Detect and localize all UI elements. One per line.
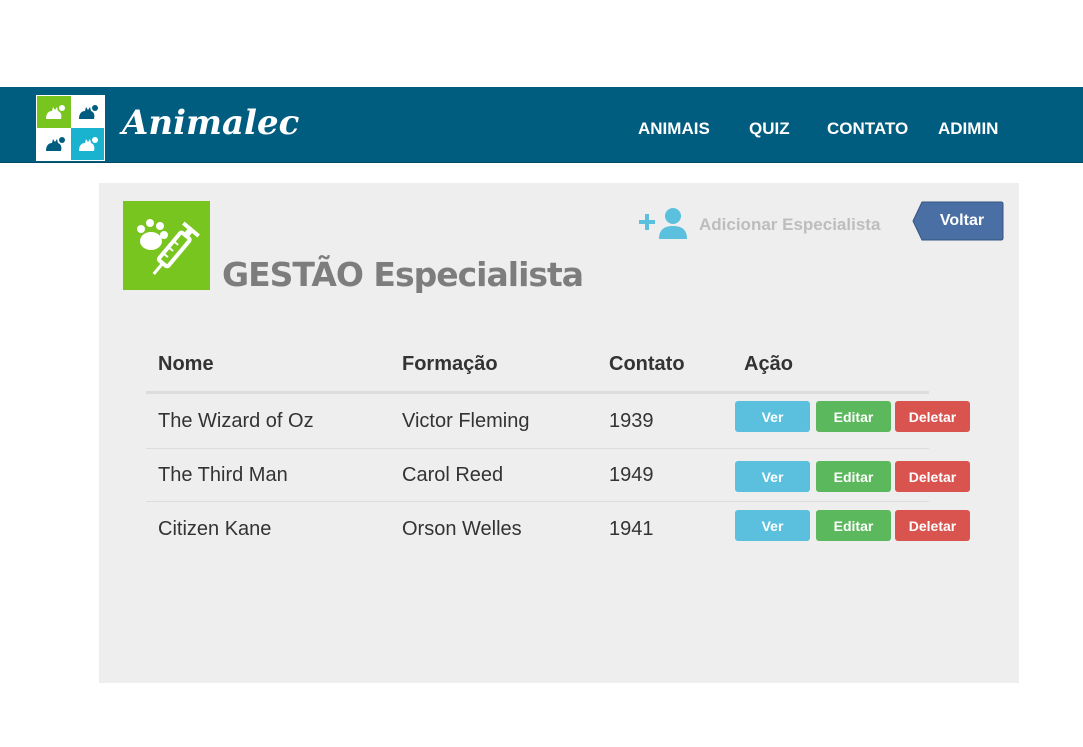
main-panel: GESTÃO Especialista Adicionar Especialis…: [99, 183, 1019, 683]
back-button[interactable]: Voltar: [912, 201, 1004, 241]
logo[interactable]: [36, 95, 105, 161]
nav-link-contato[interactable]: CONTATO: [827, 119, 908, 139]
add-specialist-link[interactable]: Adicionar Especialista: [639, 201, 880, 241]
cat-icon: [70, 96, 104, 128]
nav-link-animais[interactable]: ANIMAIS: [638, 119, 710, 139]
edit-button[interactable]: Editar: [816, 461, 891, 492]
cell-formacao: Carol Reed: [402, 464, 504, 486]
view-button[interactable]: Ver: [735, 401, 810, 432]
add-specialist-label: Adicionar Especialista: [699, 215, 881, 234]
cell-nome: The Wizard of Oz: [158, 410, 314, 432]
view-button[interactable]: Ver: [735, 461, 810, 492]
delete-button[interactable]: Deletar: [895, 401, 970, 432]
column-header-contato: Contato: [609, 353, 685, 375]
cat-icon: [70, 128, 104, 160]
edit-button[interactable]: Editar: [816, 510, 891, 541]
cat-icon: [37, 96, 71, 128]
edit-button[interactable]: Editar: [816, 401, 891, 432]
view-button[interactable]: Ver: [735, 510, 810, 541]
nav-link-quiz[interactable]: QUIZ: [749, 119, 790, 139]
page-title: GESTÃO Especialista: [222, 255, 584, 294]
cell-nome: Citizen Kane: [158, 518, 272, 540]
column-header-formacao: Formação: [402, 353, 498, 375]
cell-formacao: Victor Fleming: [402, 410, 530, 432]
cat-icon: [37, 128, 71, 160]
delete-button[interactable]: Deletar: [895, 510, 970, 541]
cell-nome: The Third Man: [158, 464, 288, 486]
cell-formacao: Orson Welles: [402, 518, 522, 540]
delete-button[interactable]: Deletar: [895, 461, 970, 492]
row-divider: [146, 448, 929, 449]
nav-link-adimin[interactable]: ADIMIN: [938, 119, 998, 139]
paw-syringe-icon: [123, 201, 210, 290]
cell-contato: 1939: [609, 410, 654, 432]
header-divider: [146, 391, 929, 394]
back-label: Voltar: [939, 212, 985, 229]
cell-contato: 1941: [609, 518, 654, 540]
column-header-acao: Ação: [744, 353, 793, 375]
row-divider: [146, 501, 929, 502]
cell-contato: 1949: [609, 464, 654, 486]
brand-name[interactable]: Animalec: [122, 103, 299, 143]
top-navbar: Animalec ANIMAIS QUIZ CONTATO ADIMIN: [0, 87, 1083, 163]
add-user-icon: [639, 208, 687, 239]
column-header-nome: Nome: [158, 353, 214, 375]
